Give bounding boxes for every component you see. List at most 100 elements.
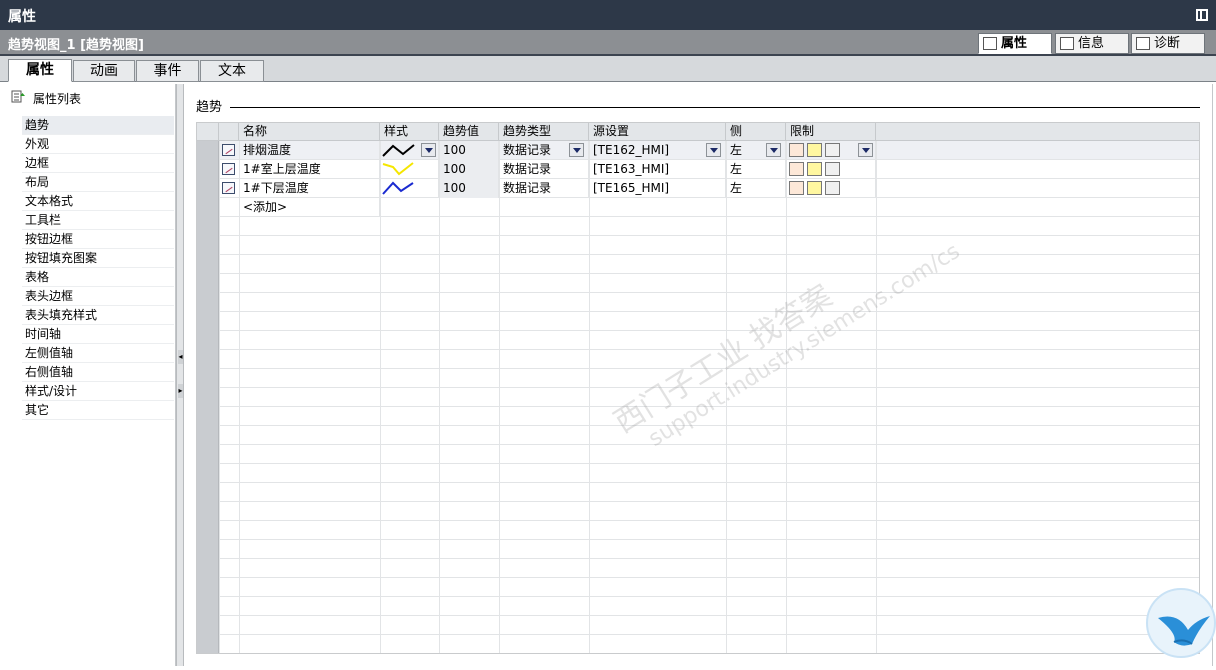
cell-limit[interactable] (786, 179, 876, 198)
row-selector[interactable] (197, 350, 219, 369)
row-selector[interactable] (197, 274, 219, 293)
col-header-source[interactable]: 源设置 (589, 123, 726, 141)
tab-texts[interactable]: 文本 (200, 60, 264, 82)
tab-animations[interactable]: 动画 (73, 60, 135, 82)
row-selector[interactable] (197, 616, 219, 635)
cell-source[interactable]: [TE162_HMI] (589, 141, 726, 160)
row-selector[interactable] (197, 293, 219, 312)
sidebar-item-header-fill[interactable]: 表头填充样式 (22, 306, 174, 325)
limit-settings-icon[interactable] (825, 181, 840, 195)
limit-dropdown[interactable] (858, 143, 873, 157)
col-header-limit[interactable]: 限制 (786, 123, 876, 141)
cell-value[interactable]: 100 (439, 141, 499, 160)
sidebar-item-time-axis[interactable]: 时间轴 (22, 325, 174, 344)
upper-limit-icon[interactable] (789, 162, 804, 176)
row-selector[interactable] (197, 407, 219, 426)
lower-limit-icon[interactable] (807, 162, 822, 176)
row-selector[interactable] (197, 160, 219, 179)
col-header-name[interactable]: 名称 (239, 123, 380, 141)
row-selector[interactable] (197, 236, 219, 255)
pane-splitter[interactable]: ◂ ▸ (176, 84, 184, 666)
sidebar-item-table[interactable]: 表格 (22, 268, 174, 287)
row-selector[interactable] (197, 464, 219, 483)
tab-inspector-diagnostics[interactable]: 诊断 (1131, 33, 1205, 54)
row-selector[interactable] (197, 331, 219, 350)
sidebar-item-button-fill[interactable]: 按钮填充图案 (22, 249, 174, 268)
source-dropdown[interactable] (706, 143, 721, 157)
lower-limit-icon[interactable] (807, 143, 822, 157)
row-selector[interactable] (197, 312, 219, 331)
row-selector[interactable] (197, 255, 219, 274)
cell-name[interactable]: 1#室上层温度 (239, 160, 380, 179)
side-dropdown[interactable] (766, 143, 781, 157)
row-selector[interactable] (197, 426, 219, 445)
cell-side[interactable]: 左 (726, 160, 786, 179)
upper-limit-icon[interactable] (789, 181, 804, 195)
cell-limit[interactable] (786, 160, 876, 179)
table-row[interactable]: 1#下层温度 100 数据记录 [TE165_HMI] 左 (197, 179, 1199, 198)
sidebar-item-button-border[interactable]: 按钮边框 (22, 230, 174, 249)
lower-limit-icon[interactable] (807, 181, 822, 195)
table-row[interactable]: 排烟温度 100 数据记录 [TE162_HMI] 左 (197, 141, 1199, 160)
row-selector[interactable] (197, 502, 219, 521)
assistant-bird-icon[interactable] (1146, 588, 1216, 658)
sidebar-item-text-format[interactable]: 文本格式 (22, 192, 174, 211)
cell-style[interactable] (380, 160, 439, 179)
table-row[interactable]: 1#室上层温度 100 数据记录 [TE163_HMI] 左 (197, 160, 1199, 179)
cell-value[interactable]: 100 (439, 160, 499, 179)
sidebar-item-right-value-axis[interactable]: 右侧值轴 (22, 363, 174, 382)
limit-settings-icon[interactable] (825, 143, 840, 157)
sidebar-item-left-value-axis[interactable]: 左侧值轴 (22, 344, 174, 363)
cell-source[interactable]: [TE163_HMI] (589, 160, 726, 179)
dock-pin-icon[interactable] (1196, 9, 1208, 21)
cell-type[interactable]: 数据记录 (499, 160, 589, 179)
row-selector[interactable] (197, 578, 219, 597)
cell-name[interactable]: 1#下层温度 (239, 179, 380, 198)
cell-type[interactable]: 数据记录 (499, 179, 589, 198)
cell-type[interactable]: 数据记录 (499, 141, 589, 160)
expand-right-icon[interactable]: ▸ (178, 384, 183, 398)
row-selector[interactable] (197, 635, 219, 653)
sidebar-item-misc[interactable]: 其它 (22, 401, 174, 420)
col-header-style[interactable]: 样式 (380, 123, 439, 141)
collapse-left-icon[interactable]: ◂ (178, 350, 183, 364)
sidebar-item-layout[interactable]: 布局 (22, 173, 174, 192)
cell-side[interactable]: 左 (726, 179, 786, 198)
row-selector[interactable] (197, 141, 219, 160)
col-header-type[interactable]: 趋势类型 (499, 123, 589, 141)
cell-limit[interactable] (786, 141, 876, 160)
tab-inspector-info[interactable]: 信息 (1055, 33, 1129, 54)
cell-style[interactable] (380, 141, 439, 160)
sidebar-item-style-design[interactable]: 样式/设计 (22, 382, 174, 401)
row-selector[interactable] (197, 217, 219, 236)
row-selector[interactable] (197, 198, 219, 217)
cell-source[interactable]: [TE165_HMI] (589, 179, 726, 198)
tab-events[interactable]: 事件 (136, 60, 199, 82)
style-dropdown[interactable] (421, 143, 436, 157)
row-selector[interactable] (197, 483, 219, 502)
sidebar-item-trend[interactable]: 趋势 (22, 116, 174, 135)
row-selector[interactable] (197, 179, 219, 198)
add-row[interactable]: <添加> (197, 198, 1199, 217)
row-selector[interactable] (197, 369, 219, 388)
upper-limit-icon[interactable] (789, 143, 804, 157)
row-selector[interactable] (197, 559, 219, 578)
row-selector[interactable] (197, 540, 219, 559)
row-selector[interactable] (197, 521, 219, 540)
sidebar-item-border[interactable]: 边框 (22, 154, 174, 173)
cell-style[interactable] (380, 179, 439, 198)
row-selector[interactable] (197, 445, 219, 464)
sidebar-item-header-border[interactable]: 表头边框 (22, 287, 174, 306)
tab-inspector-properties[interactable]: 属性 (978, 33, 1052, 54)
limit-settings-icon[interactable] (825, 162, 840, 176)
col-header-side[interactable]: 侧 (726, 123, 786, 141)
row-selector[interactable] (197, 597, 219, 616)
type-dropdown[interactable] (569, 143, 584, 157)
sidebar-item-toolbar[interactable]: 工具栏 (22, 211, 174, 230)
tab-properties[interactable]: 属性 (8, 59, 72, 82)
cell-value[interactable]: 100 (439, 179, 499, 198)
col-header-value[interactable]: 趋势值 (439, 123, 499, 141)
add-trend-link[interactable]: <添加> (239, 198, 380, 217)
cell-name[interactable]: 排烟温度 (239, 141, 380, 160)
row-selector[interactable] (197, 388, 219, 407)
